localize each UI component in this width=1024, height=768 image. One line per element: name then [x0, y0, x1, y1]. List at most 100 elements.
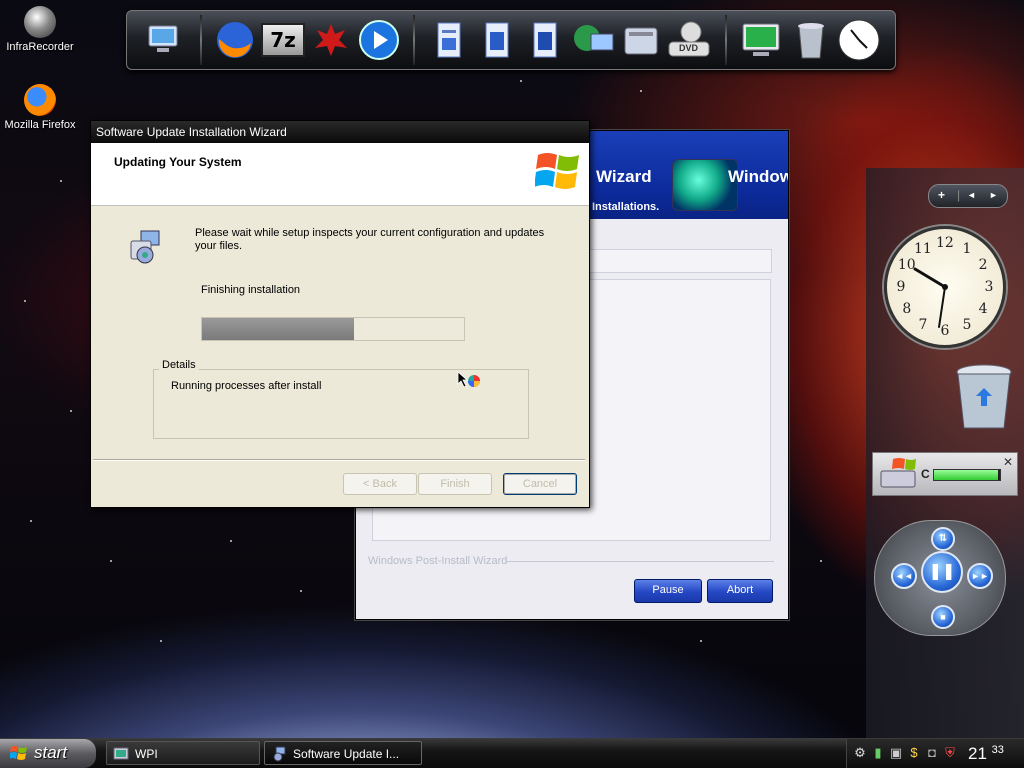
control-panel-icon[interactable]: [619, 18, 663, 62]
install-progress-bar: [201, 317, 465, 341]
computer-icon[interactable]: [141, 18, 185, 62]
busy-cursor-icon: [457, 371, 480, 388]
gecko-icon[interactable]: [309, 18, 353, 62]
clock-hands: [913, 267, 948, 328]
gear-icon[interactable]: ⚙: [853, 745, 867, 761]
dialog-separator: [93, 459, 585, 461]
task-label: WPI: [135, 747, 158, 761]
setup-app-icon: [273, 746, 286, 762]
close-icon[interactable]: ✕: [1003, 455, 1013, 469]
star: [70, 410, 72, 412]
stop-icon[interactable]: ■: [931, 605, 955, 629]
drive-icon: [880, 458, 916, 488]
wpi-banner-title: Wizard: [596, 167, 652, 186]
dialog-header: Updating Your System: [91, 143, 589, 206]
star: [520, 80, 522, 82]
sidebar-nav: + | ◄ ►: [928, 184, 1008, 208]
shield-icon[interactable]: ⛨: [943, 745, 957, 761]
star: [230, 540, 232, 542]
desktop-icon-label: InfraRecorder: [6, 41, 74, 53]
drive-label: C: [921, 467, 930, 481]
start-label: start: [34, 743, 68, 762]
network-tray-icon[interactable]: ▮: [871, 745, 885, 761]
dock: 7z DVD: [126, 10, 896, 70]
star: [700, 640, 702, 642]
7zip-label: 7z: [261, 23, 305, 57]
desktop-icon-label: Mozilla Firefox: [4, 119, 76, 131]
windows-logo-icon: [535, 153, 579, 189]
dvd-label: DVD: [679, 43, 699, 53]
dialog-title-bar[interactable]: Software Update Installation Wizard: [91, 121, 589, 143]
clock-gadget[interactable]: 12 1 2 3 4 5 6 7 8 9 10 11: [884, 226, 1006, 348]
pause-icon[interactable]: ❚❚: [921, 551, 963, 593]
drive-usage-fill: [934, 470, 999, 480]
clock-minute: 33: [991, 744, 1004, 756]
start-button[interactable]: start: [0, 739, 96, 768]
add-gadget-button[interactable]: +: [938, 188, 945, 202]
dvd-icon[interactable]: DVD: [667, 18, 711, 62]
abort-button[interactable]: Abort: [707, 579, 773, 603]
install-status-text: Finishing installation: [201, 284, 301, 296]
videos-icon[interactable]: [523, 18, 567, 62]
dialog-body-text: Please wait while setup inspects your cu…: [195, 227, 545, 252]
media-player-gadget: ❚❚ ◄◄ ►► ⇅ ■: [874, 520, 1006, 636]
star: [30, 520, 32, 522]
star: [300, 590, 302, 592]
firefox-icon: [24, 84, 56, 116]
wpi-banner-brand: Window: [728, 167, 788, 186]
back-button[interactable]: < Back: [343, 473, 417, 495]
drive-tray-icon[interactable]: ◘: [925, 745, 939, 761]
7zip-icon[interactable]: 7z: [261, 18, 305, 62]
next-gadget-button[interactable]: ►: [989, 190, 998, 200]
header-title: Updating Your System: [114, 155, 242, 169]
star: [160, 640, 162, 642]
nav-divider: |: [957, 188, 961, 202]
star: [640, 90, 642, 92]
star: [60, 180, 62, 182]
pause-button[interactable]: Pause: [634, 579, 702, 603]
prev-gadget-button[interactable]: ◄: [967, 190, 976, 200]
media-player-icon[interactable]: [357, 18, 401, 62]
music-icon[interactable]: [475, 18, 519, 62]
recycle-bin-icon[interactable]: [789, 18, 833, 62]
task-button-wpi[interactable]: WPI: [106, 741, 260, 765]
star: [110, 560, 112, 562]
previous-track-icon[interactable]: ◄◄: [891, 563, 917, 589]
drive-meter-gadget[interactable]: C ✕: [872, 452, 1018, 496]
desktop-icon-firefox[interactable]: Mozilla Firefox: [0, 84, 80, 131]
network-icon[interactable]: [571, 18, 615, 62]
documents-icon[interactable]: [427, 18, 471, 62]
wpi-banner-subtitle: Installations.: [592, 201, 660, 213]
dock-separator: [413, 15, 415, 65]
shuffle-icon[interactable]: ⇅: [931, 527, 955, 551]
monitor-tray-icon[interactable]: ▣: [889, 745, 903, 761]
finish-button[interactable]: Finish: [418, 473, 492, 495]
setup-computer-icon: [130, 230, 160, 264]
desktop-icon-infrarecorder[interactable]: InfraRecorder: [0, 6, 80, 53]
firefox-icon[interactable]: [213, 18, 257, 62]
install-progress-fill: [202, 318, 354, 340]
wpi-footer-divider: [506, 561, 774, 562]
star: [820, 560, 822, 562]
dock-separator: [725, 15, 727, 65]
task-label: Software Update I...: [293, 747, 400, 761]
clock-hour: 21: [968, 744, 987, 763]
dollar-icon[interactable]: $: [907, 745, 921, 761]
wpi-app-icon: [113, 747, 129, 760]
details-text: Running processes after install: [171, 380, 322, 392]
task-button-software-update[interactable]: Software Update I...: [264, 741, 422, 765]
star: [24, 300, 26, 302]
update-wizard-dialog[interactable]: Software Update Installation Wizard Upda…: [90, 120, 590, 508]
clock-icon[interactable]: [837, 18, 881, 62]
dock-separator: [200, 15, 202, 65]
cancel-button[interactable]: Cancel: [503, 473, 577, 495]
display-icon[interactable]: [739, 18, 783, 62]
recycle-bin-icon[interactable]: [954, 362, 1014, 432]
infrarecorder-icon: [24, 6, 56, 38]
details-legend: Details: [159, 359, 199, 371]
dialog-title: Software Update Installation Wizard: [96, 125, 287, 139]
next-track-icon[interactable]: ►►: [967, 563, 993, 589]
drive-usage-bar: [933, 469, 1001, 481]
tray-clock[interactable]: 21 33: [968, 744, 1004, 764]
windows-logo-icon: [10, 746, 27, 760]
